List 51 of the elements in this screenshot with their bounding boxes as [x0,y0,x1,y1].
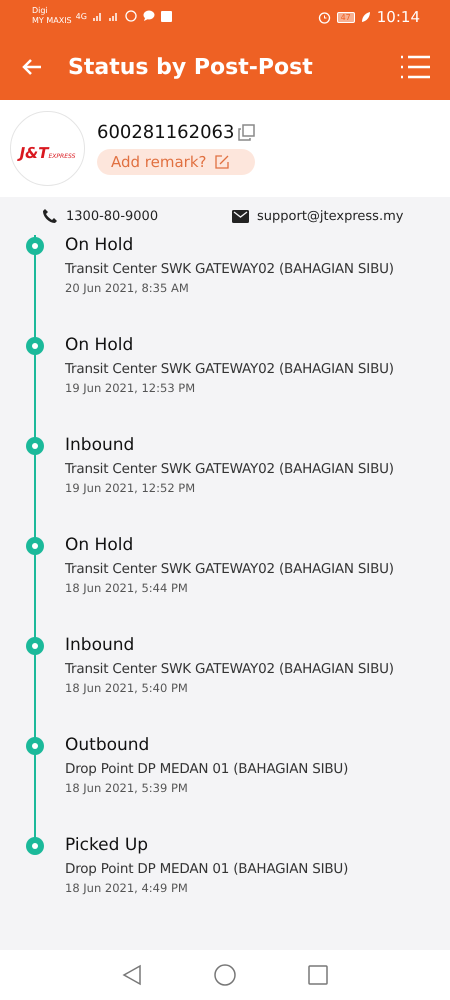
timeline-dot [26,237,44,255]
event-time: 19 Jun 2021, 12:52 PM [65,481,196,495]
network-type: 4G [76,12,87,20]
event-location: Transit Center SWK GATEWAY02 (BAHAGIAN SIBU) [65,561,394,577]
menu-button[interactable] [400,54,430,80]
event-status: On Hold [65,235,134,255]
tracking-number: 600281162063 [97,122,234,143]
square-icon [160,10,172,22]
back-nav-button[interactable] [122,964,142,986]
event-status: On Hold [65,535,134,555]
event-status: Picked Up [65,835,150,855]
signal-icon [108,11,119,21]
recents-nav-button[interactable] [308,965,328,985]
event-location: Transit Center SWK GATEWAY02 (BAHAGIAN SIBU) [65,461,394,477]
clock-time: 10:14 [376,8,420,26]
event-time: 18 Jun 2021, 5:39 PM [65,781,189,795]
event-time: 18 Jun 2021, 5:44 PM [65,581,189,595]
speech-bubble-icon [142,10,155,22]
carrier-name: Digi [32,6,49,16]
timeline-dot [26,837,44,855]
signal-icon [92,11,103,21]
event-status: Inbound [65,435,136,455]
edit-icon [214,155,228,169]
phone-link[interactable]: 1300-80-9000 [42,208,232,224]
copy-button[interactable] [238,124,256,141]
event-status: Inbound [65,635,136,655]
alarm-icon [318,10,331,24]
timeline-dot [26,737,44,755]
event-time: 18 Jun 2021, 5:40 PM [65,681,189,695]
mail-icon [232,210,249,222]
email-link[interactable]: support@jtexpress.my [232,208,422,224]
event-location: Transit Center SWK GATEWAY02 (BAHAGIAN SIBU) [65,661,394,677]
carrier-name: MY MAXIS [32,16,72,26]
leaf-icon [360,11,371,23]
page-title: Status by Post-Post [68,54,314,80]
timeline-dot [26,337,44,355]
event-location: Transit Center SWK GATEWAY02 (BAHAGIAN SIBU) [65,361,394,377]
event-location: Transit Center SWK GATEWAY02 (BAHAGIAN SIBU) [65,261,394,277]
event-time: 20 Jun 2021, 8:35 AM [65,281,190,295]
timeline-dot [26,637,44,655]
battery-level: 47 [336,12,355,22]
event-time: 19 Jun 2021, 12:53 PM [65,381,196,395]
event-status: Outbound [65,735,150,755]
event-status: On Hold [65,335,134,355]
phone-icon [42,208,58,224]
home-nav-button[interactable] [214,964,236,986]
event-location: Drop Point DP MEDAN 01 (BAHAGIAN SIBU) [65,861,348,877]
timeline-dot [26,537,44,555]
event-location: Drop Point DP MEDAN 01 (BAHAGIAN SIBU) [65,761,348,777]
timeline-dot [26,437,44,455]
event-time: 18 Jun 2021, 4:49 PM [65,881,189,895]
